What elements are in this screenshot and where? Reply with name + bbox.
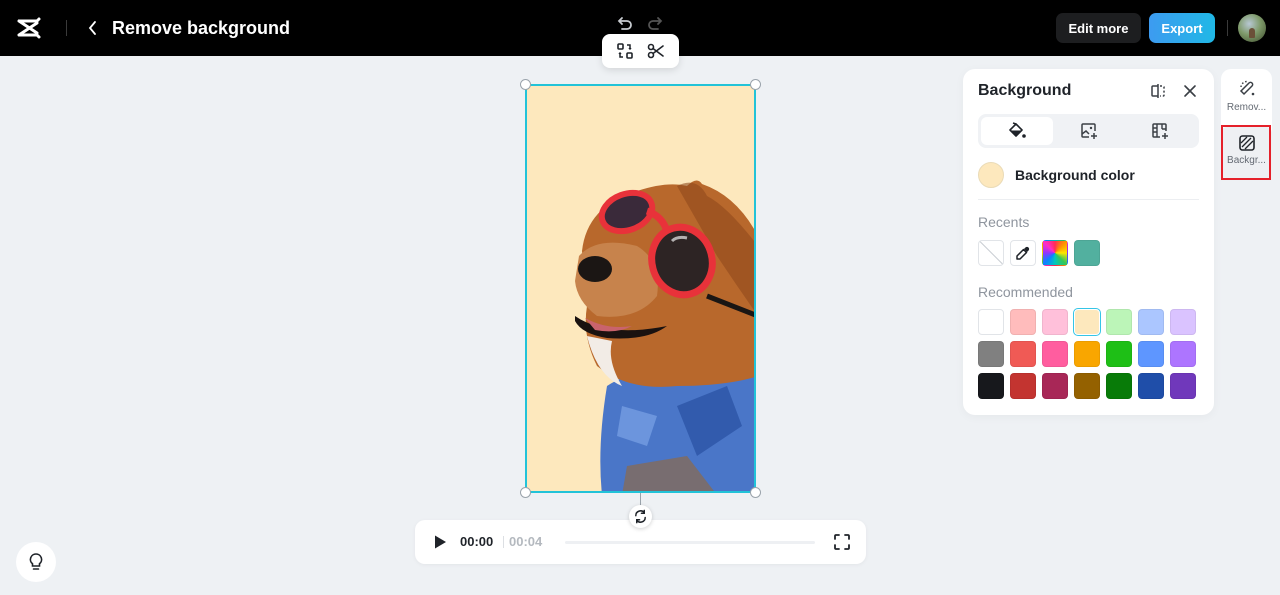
back-button[interactable]: [84, 17, 102, 39]
color-swatch[interactable]: [1138, 309, 1164, 335]
resize-handle-bottom-left[interactable]: [520, 487, 531, 498]
duration: 00:04: [509, 534, 543, 549]
resize-handle-bottom-right[interactable]: [750, 487, 761, 498]
color-swatch[interactable]: [1170, 341, 1196, 367]
color-swatch[interactable]: [1106, 341, 1132, 367]
scissors-icon[interactable]: [646, 41, 666, 61]
play-icon: [435, 535, 446, 549]
paint-bucket-icon: [1009, 122, 1026, 138]
color-swatch[interactable]: [1010, 309, 1036, 335]
redo-icon[interactable]: [645, 14, 665, 34]
rail-item-label: Remov...: [1226, 102, 1267, 113]
recents-label: Recents: [978, 214, 1030, 230]
color-swatch[interactable]: [1073, 308, 1101, 336]
eyedropper-icon: [1016, 246, 1030, 260]
divider: [1227, 20, 1228, 36]
background-color-label: Background color: [1015, 167, 1135, 183]
background-type-tabs: [978, 114, 1199, 148]
canvas-toolbar: [602, 34, 679, 68]
video-canvas[interactable]: [525, 84, 756, 493]
page-title: Remove background: [112, 18, 291, 38]
color-swatch[interactable]: [1106, 373, 1132, 399]
color-swatch[interactable]: [978, 309, 1004, 335]
undo-icon[interactable]: [615, 14, 635, 34]
compare-icon: [1151, 84, 1165, 98]
rail-item-remove-background[interactable]: Remov...: [1221, 79, 1272, 113]
tab-video[interactable]: [1124, 117, 1196, 145]
current-background-color-swatch[interactable]: [978, 162, 1004, 188]
color-swatch[interactable]: [1042, 341, 1068, 367]
edit-more-button[interactable]: Edit more: [1056, 13, 1141, 43]
background-panel: Background Background color Recents Reco…: [963, 69, 1214, 415]
color-swatch[interactable]: [978, 373, 1004, 399]
fullscreen-icon: [834, 534, 850, 550]
color-swatch[interactable]: [1074, 373, 1100, 399]
image-add-icon: [1080, 123, 1097, 139]
custom-color-picker[interactable]: [1042, 240, 1068, 266]
replace-icon[interactable]: [615, 41, 635, 61]
progress-track[interactable]: [565, 541, 815, 544]
avatar[interactable]: [1238, 14, 1266, 42]
close-button[interactable]: [1181, 82, 1199, 100]
time-separator: [503, 536, 504, 548]
capcut-logo-icon[interactable]: [16, 16, 42, 40]
color-swatch[interactable]: [1170, 373, 1196, 399]
video-add-icon: [1152, 123, 1169, 139]
recent-colors: [978, 240, 1196, 266]
color-swatch[interactable]: [1042, 373, 1068, 399]
color-swatch[interactable]: [978, 341, 1004, 367]
tab-image[interactable]: [1053, 117, 1125, 145]
dog-image: [575, 180, 754, 491]
tips-button[interactable]: [16, 542, 56, 582]
divider: [66, 20, 67, 36]
magic-eraser-icon: [1239, 80, 1254, 96]
color-swatch[interactable]: [1170, 309, 1196, 335]
color-swatch[interactable]: [1138, 341, 1164, 367]
recommended-colors: [978, 308, 1196, 399]
color-swatch[interactable]: [1042, 309, 1068, 335]
rotate-handle[interactable]: [629, 505, 652, 528]
resize-handle-top-left[interactable]: [520, 79, 531, 90]
fullscreen-button[interactable]: [833, 533, 851, 551]
background-color-row: Background color: [978, 162, 1135, 188]
current-time: 00:00: [460, 534, 494, 549]
compare-button[interactable]: [1149, 82, 1167, 100]
resize-handle-top-right[interactable]: [750, 79, 761, 90]
panel-title: Background: [978, 82, 1072, 99]
color-swatch[interactable]: [1106, 309, 1132, 335]
rotate-icon: [635, 509, 646, 524]
recent-color-swatch[interactable]: [1074, 240, 1100, 266]
highlight-box: [1221, 125, 1271, 180]
eyedropper-button[interactable]: [1010, 240, 1036, 266]
play-button[interactable]: [431, 533, 449, 551]
color-swatch[interactable]: [1074, 341, 1100, 367]
lightbulb-icon: [29, 553, 43, 570]
close-icon: [1184, 85, 1196, 97]
recommended-label: Recommended: [978, 284, 1073, 300]
export-button[interactable]: Export: [1149, 13, 1215, 43]
color-swatch[interactable]: [1010, 373, 1036, 399]
color-swatch[interactable]: [1010, 341, 1036, 367]
tab-color[interactable]: [981, 117, 1053, 145]
color-swatch[interactable]: [1138, 373, 1164, 399]
divider: [978, 199, 1199, 200]
no-color-swatch[interactable]: [978, 240, 1004, 266]
